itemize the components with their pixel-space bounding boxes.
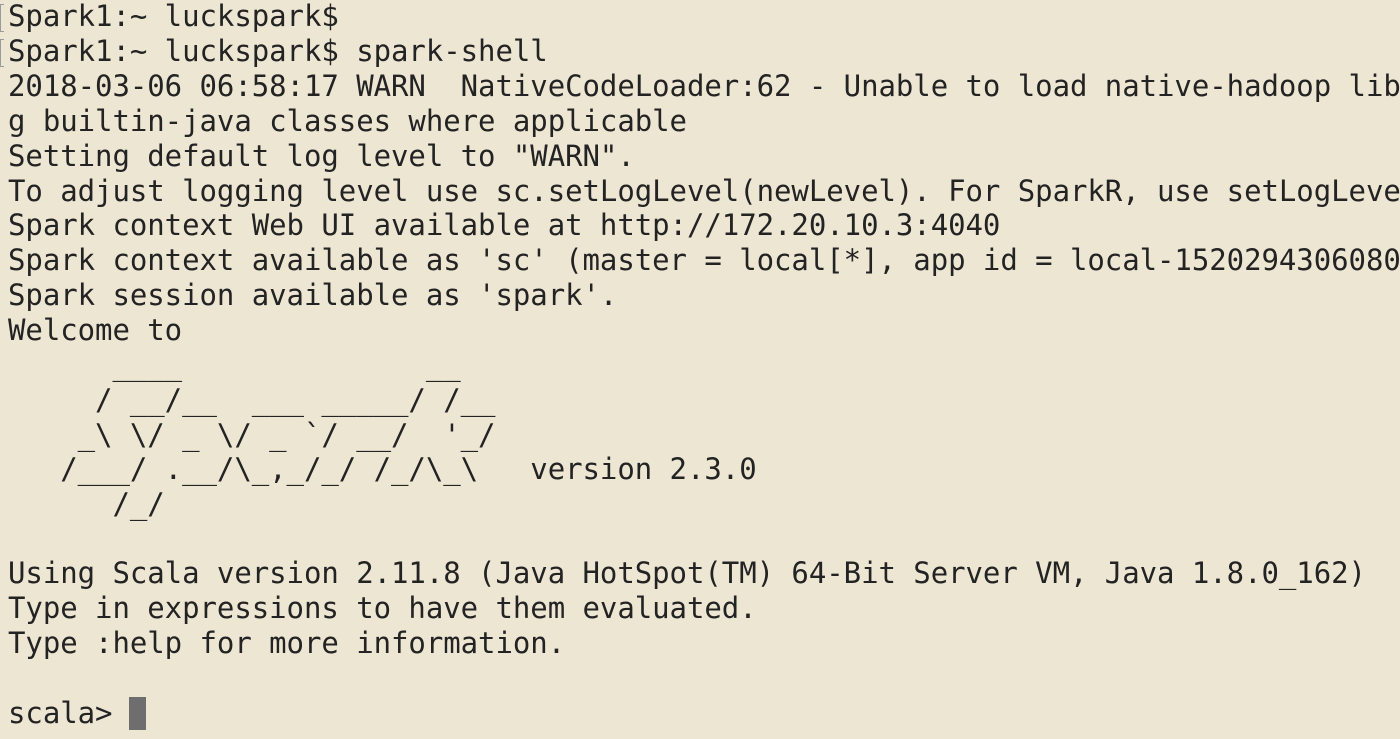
command-line: Spark1:~ luckspark$ spark-shell	[8, 34, 548, 68]
spark-logo-line: /___/ .__/\_,_/_/ /_/\_\ version 2.3.0	[8, 452, 757, 486]
output-line: Type :help for more information.	[8, 626, 566, 660]
prompt-line: Spark1:~ luckspark$	[8, 0, 339, 33]
output-line: Setting default log level to "WARN".	[8, 139, 635, 173]
spark-logo-line: /_/	[8, 487, 165, 521]
output-line: Spark context Web UI available at http:/…	[8, 208, 1001, 242]
output-line: Spark session available as 'spark'.	[8, 278, 618, 312]
output-line: Using Scala version 2.11.8 (Java HotSpot…	[8, 556, 1366, 590]
prompt-mark-icon	[0, 39, 4, 67]
output-line: Spark context available as 'sc' (master …	[8, 243, 1400, 277]
output-line: Type in expressions to have them evaluat…	[8, 591, 757, 625]
terminal-window[interactable]: Spark1:~ luckspark$ Spark1:~ luckspark$ …	[0, 0, 1400, 739]
output-line: To adjust logging level use sc.setLogLev…	[8, 174, 1400, 208]
text-cursor	[129, 697, 146, 730]
prompt-mark-icon	[0, 4, 4, 32]
output-line: g builtin-java classes where applicable	[8, 104, 687, 138]
scala-prompt[interactable]: scala>	[8, 696, 1400, 731]
spark-logo-line: / __/__ ___ _____/ /__	[8, 383, 496, 417]
spark-logo-line: ____ __	[8, 348, 461, 382]
output-line: 2018-03-06 06:58:17 WARN NativeCodeLoade…	[8, 69, 1400, 103]
output-line: Welcome to	[8, 313, 183, 347]
spark-logo-line: _\ \/ _ \/ _ `/ __/ '_/	[8, 418, 496, 452]
